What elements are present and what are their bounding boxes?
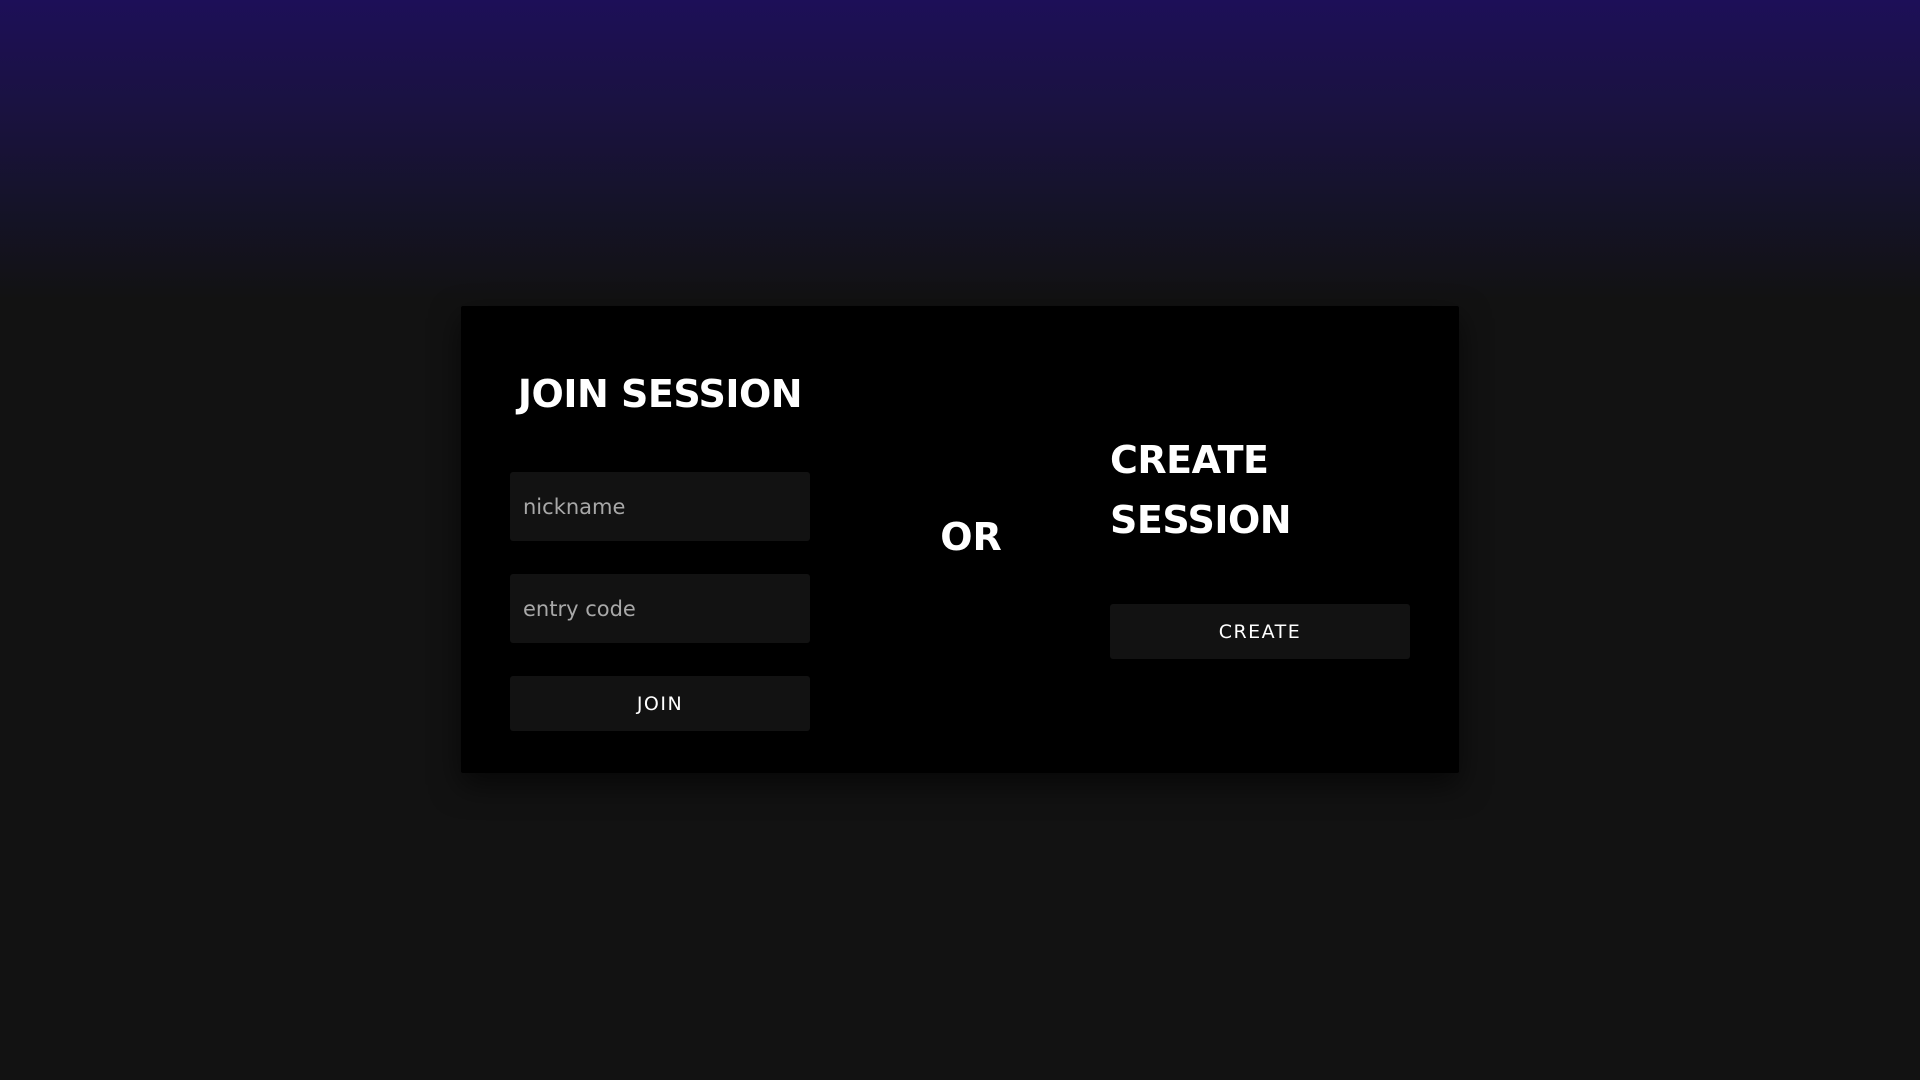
create-button[interactable]: CREATE bbox=[1110, 604, 1410, 659]
create-session-heading: CREATE SESSION bbox=[1110, 438, 1292, 542]
join-session-panel: JOIN SESSION JOIN bbox=[510, 364, 810, 731]
create-session-panel: CREATE SESSION CREATE bbox=[1110, 430, 1410, 659]
join-session-heading: JOIN SESSION bbox=[517, 372, 803, 416]
entry-code-input[interactable] bbox=[510, 574, 810, 643]
session-card: JOIN SESSION JOIN OR CREATE SESSION CREA… bbox=[461, 306, 1459, 773]
or-separator: OR bbox=[940, 515, 1002, 559]
nickname-input[interactable] bbox=[510, 472, 810, 541]
join-button[interactable]: JOIN bbox=[510, 676, 810, 731]
